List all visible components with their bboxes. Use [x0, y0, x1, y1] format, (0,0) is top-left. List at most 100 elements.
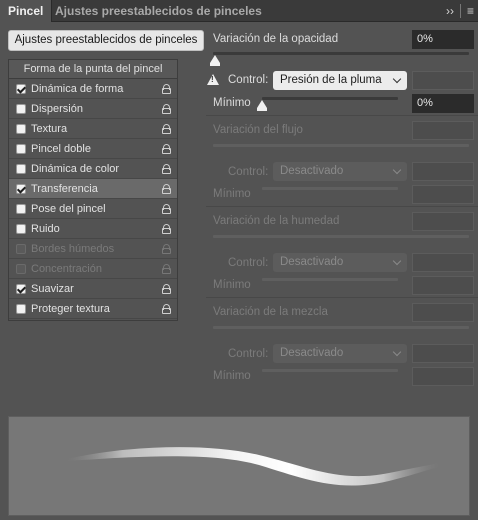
opacity-minimum-slider-thumb[interactable]	[257, 100, 267, 111]
lock-icon[interactable]	[162, 284, 171, 294]
brush-setting-label: Proteger textura	[31, 303, 110, 315]
brush-settings-list: Forma de la punta del pincel Dinámica de…	[8, 59, 178, 321]
opacity-control-value: Presión de la pluma	[280, 74, 382, 86]
panel-tab-icons: ›› ≡	[446, 0, 474, 22]
wetness-jitter-label: Variación de la humedad	[213, 215, 340, 227]
opacity-jitter-slider-track[interactable]	[213, 52, 469, 55]
wetness-jitter-slider-track	[213, 235, 469, 238]
wetness-control-value: Desactivado	[280, 256, 344, 268]
lock-icon[interactable]	[162, 104, 171, 114]
checkbox[interactable]	[16, 204, 26, 214]
lock-icon	[162, 244, 171, 254]
lock-icon[interactable]	[162, 144, 171, 154]
warning-icon	[207, 74, 219, 85]
double-chevron-right-icon[interactable]: ››	[446, 4, 454, 18]
checkbox[interactable]	[16, 284, 26, 294]
brush-setting-label: Dinámica de forma	[31, 83, 124, 95]
brush-setting-item[interactable]: Transferencia	[9, 179, 177, 199]
flow-jitter-slider-track	[213, 144, 469, 147]
brush-settings-rows: Dinámica de forma Dispersión Textura Pincel…	[9, 79, 177, 319]
brush-setting-label: Pose del pincel	[31, 203, 106, 215]
brush-setting-item[interactable]: Proteger textura	[9, 299, 177, 319]
tab-brush[interactable]: Pincel	[0, 0, 53, 22]
brush-setting-item[interactable]: Textura	[9, 119, 177, 139]
flow-jitter-label: Variación del flujo	[213, 124, 303, 136]
brush-setting-item: Bordes húmedos	[9, 239, 177, 259]
checkbox[interactable]	[16, 104, 26, 114]
mix-jitter-label: Variación de la mezcla	[213, 306, 328, 318]
lock-icon[interactable]	[162, 164, 171, 174]
brush-setting-label: Ruido	[31, 223, 60, 235]
checkbox[interactable]	[16, 224, 26, 234]
opacity-minimum-slider-track[interactable]	[262, 97, 398, 100]
flow-minimum-slider-track	[262, 187, 398, 190]
chevron-down-icon	[392, 165, 402, 175]
brush-setting-label: Transferencia	[31, 183, 98, 195]
checkbox[interactable]	[16, 164, 26, 174]
divider	[206, 206, 478, 207]
flow-minimum-label: Mínimo	[213, 188, 251, 200]
checkbox[interactable]	[16, 124, 26, 134]
opacity-minimum-field[interactable]: 0%	[412, 94, 474, 113]
checkbox	[16, 264, 26, 274]
opacity-control-label: Control:	[228, 74, 269, 86]
wetness-minimum-label: Mínimo	[213, 279, 251, 291]
wetness-control-extra-field	[412, 253, 474, 272]
flow-jitter-field	[412, 121, 474, 140]
lock-icon[interactable]	[162, 84, 171, 94]
mix-control-select: Desactivado	[273, 344, 407, 363]
chevron-down-icon	[392, 74, 402, 84]
hamburger-menu-icon[interactable]: ≡	[467, 4, 474, 18]
lock-icon[interactable]	[162, 184, 171, 194]
wetness-control-select: Desactivado	[273, 253, 407, 272]
flow-control-label: Control:	[228, 166, 269, 178]
mix-minimum-label: Mínimo	[213, 370, 251, 382]
brush-setting-item[interactable]: Dinámica de color	[9, 159, 177, 179]
opacity-jitter-slider-thumb[interactable]	[210, 55, 220, 66]
wetness-control-label: Control:	[228, 257, 269, 269]
brush-setting-item[interactable]: Dinámica de forma	[9, 79, 177, 99]
brush-setting-label: Bordes húmedos	[31, 243, 115, 255]
brush-stroke-preview-image	[67, 447, 439, 486]
opacity-control-select[interactable]: Presión de la pluma	[273, 71, 407, 90]
tab-brush-presets[interactable]: Ajustes preestablecidos de pinceles	[47, 0, 270, 22]
divider	[206, 297, 478, 298]
chevron-down-icon	[392, 347, 402, 357]
mix-control-extra-field	[412, 344, 474, 363]
opacity-jitter-field[interactable]: 0%	[412, 30, 474, 49]
flow-control-value: Desactivado	[280, 165, 344, 177]
mix-control-value: Desactivado	[280, 347, 344, 359]
wetness-minimum-field	[412, 276, 474, 295]
brush-setting-item[interactable]: Suavizar	[9, 279, 177, 299]
panel-tab-bar: Pincel Ajustes preestablecidos de pincel…	[0, 0, 478, 22]
mix-control-label: Control:	[228, 348, 269, 360]
checkbox[interactable]	[16, 144, 26, 154]
brush-setting-label: Dinámica de color	[31, 163, 120, 175]
checkbox	[16, 244, 26, 254]
lock-icon[interactable]	[162, 304, 171, 314]
flow-minimum-field	[412, 185, 474, 204]
opacity-minimum-label: Mínimo	[213, 97, 251, 109]
brush-setting-item[interactable]: Pincel doble	[9, 139, 177, 159]
brush-setting-item[interactable]: Dispersión	[9, 99, 177, 119]
checkbox[interactable]	[16, 304, 26, 314]
brush-setting-label: Dispersión	[31, 103, 83, 115]
wetness-minimum-slider-track	[262, 278, 398, 281]
flow-control-select: Desactivado	[273, 162, 407, 181]
brush-stroke-shape	[67, 447, 439, 486]
brush-tip-shape-item[interactable]: Forma de la punta del pincel	[9, 60, 177, 79]
mix-minimum-field	[412, 367, 474, 386]
brush-setting-item[interactable]: Ruido	[9, 219, 177, 239]
brush-setting-item[interactable]: Pose del pincel	[9, 199, 177, 219]
brush-setting-label: Suavizar	[31, 283, 74, 295]
checkbox[interactable]	[16, 84, 26, 94]
lock-icon[interactable]	[162, 224, 171, 234]
mix-minimum-slider-track	[262, 369, 398, 372]
lock-icon[interactable]	[162, 204, 171, 214]
brush-setting-label: Textura	[31, 123, 68, 135]
brush-presets-button[interactable]: Ajustes preestablecidos de pinceles	[8, 30, 204, 51]
lock-icon[interactable]	[162, 124, 171, 134]
brush-stroke-preview	[8, 416, 470, 516]
mix-jitter-slider-track	[213, 326, 469, 329]
checkbox[interactable]	[16, 184, 26, 194]
